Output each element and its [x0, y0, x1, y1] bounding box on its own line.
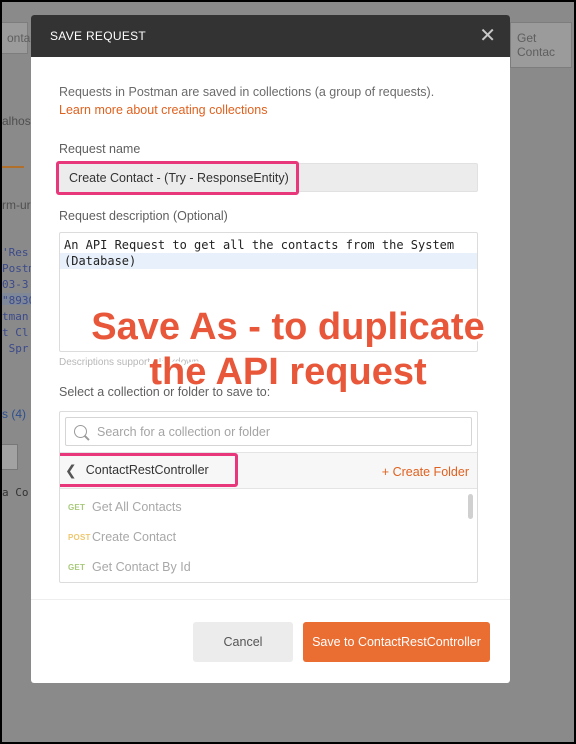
bg-tab-right-label: Get Contac [517, 31, 556, 59]
create-folder-button[interactable]: + Create Folder [382, 465, 469, 479]
bg-form-type: rm-ur [2, 198, 31, 212]
description-textarea[interactable]: An API Request to get all the contacts f… [59, 232, 478, 352]
bg-code-line: 'Res [2, 246, 29, 259]
modal-title: SAVE REQUEST [50, 29, 147, 43]
close-icon[interactable]: ✕ [479, 26, 496, 46]
folder-bar: ❮ ContactRestController + Create Folder [60, 452, 477, 489]
collection-search-input[interactable] [97, 424, 467, 439]
collection-search-box[interactable] [65, 417, 472, 446]
current-folder-label: ContactRestController [85, 463, 209, 477]
collection-label: Select a collection or folder to save to… [59, 385, 271, 399]
description-line: (Database) [60, 253, 477, 269]
bg-code-line: 03-3 [2, 278, 29, 291]
bg-tests-label: s (4) [2, 407, 26, 421]
bg-code-line: t Cl [2, 326, 29, 339]
cancel-button[interactable]: Cancel [193, 622, 293, 662]
folder-back-button[interactable]: ❮ ContactRestController [60, 453, 238, 487]
request-item-name: Get Contact By Id [92, 560, 191, 574]
method-badge: GET [68, 562, 86, 572]
search-icon [74, 425, 87, 438]
request-name-input[interactable]: Create Contact - (Try - ResponseEntity) [56, 161, 299, 195]
list-scrollbar[interactable] [468, 494, 473, 519]
description-text: An API Request to get all the contacts f… [60, 233, 477, 269]
request-item-name: Create Contact [92, 530, 177, 544]
description-line: An API Request to get all the contacts f… [64, 238, 455, 252]
description-label: Request description (Optional) [59, 209, 228, 223]
intro-text: Requests in Postman are saved in collect… [59, 85, 435, 99]
request-name-label: Request name [59, 142, 141, 156]
bg-tab-left: ontac [2, 22, 36, 54]
request-list: GET Get All Contacts POST Create Contact… [60, 492, 477, 582]
save-to-collection-button[interactable]: Save to ContactRestController [303, 622, 490, 662]
bg-active-tab-line [2, 166, 24, 168]
learn-more-link[interactable]: Learn more about creating collections [59, 103, 267, 117]
modal-header: SAVE REQUEST ✕ [31, 15, 510, 57]
method-badge: POST [68, 532, 91, 542]
method-badge: GET [68, 502, 86, 512]
list-item[interactable]: GET Get All Contacts [60, 492, 477, 522]
list-item[interactable]: GET Get Contact By Id [60, 552, 477, 582]
footer-divider [31, 599, 510, 600]
description-hint: Descriptions support Markdown [59, 357, 200, 368]
bg-host: alhos [2, 114, 31, 128]
chevron-left-icon: ❮ [65, 461, 77, 478]
save-request-modal: SAVE REQUEST ✕ Requests in Postman are s… [31, 15, 510, 683]
request-item-name: Get All Contacts [92, 500, 182, 514]
request-name-value: Create Contact - (Try - ResponseEntity) [69, 171, 289, 185]
collection-picker: ❮ ContactRestController + Create Folder … [59, 411, 478, 583]
bg-tab-right: Get Contac [510, 22, 572, 68]
bg-box [2, 444, 18, 470]
bg-code-line: Spr [2, 342, 29, 355]
bg-bottom-text: a Co [2, 486, 29, 499]
list-item[interactable]: POST Create Contact [60, 522, 477, 552]
bg-code-line: tman [2, 310, 29, 323]
